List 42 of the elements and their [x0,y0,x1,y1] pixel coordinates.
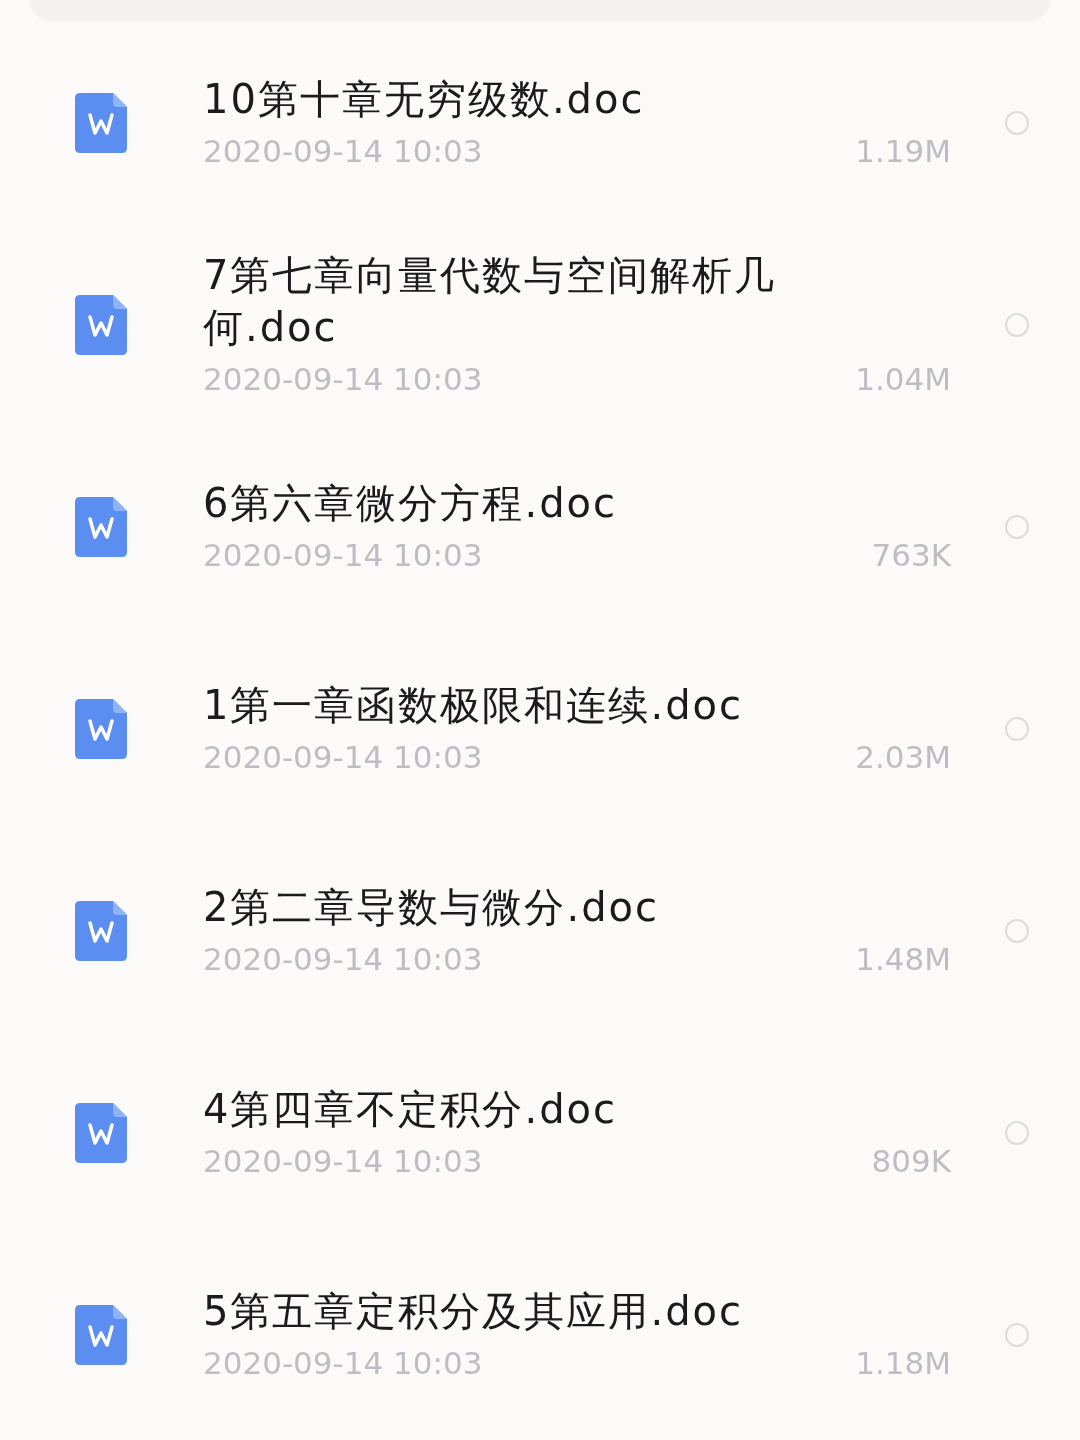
word-document-icon [75,93,127,153]
file-row[interactable]: 6第六章微分方程.doc 2020-09-14 10:03 763K [0,426,1080,628]
file-size: 1.19M [855,132,951,171]
file-size: 1.04M [855,360,951,399]
word-document-icon [75,1103,127,1163]
file-date: 2020-09-14 10:03 [203,132,483,171]
file-row[interactable]: 5第五章定积分及其应用.doc 2020-09-14 10:03 1.18M [0,1234,1080,1436]
file-date: 2020-09-14 10:03 [203,360,483,399]
select-radio[interactable] [1005,515,1029,539]
select-radio[interactable] [1005,717,1029,741]
word-document-icon [75,497,127,557]
file-date: 2020-09-14 10:03 [203,536,483,575]
file-name: 6第六章微分方程.doc [203,479,619,528]
word-document-icon [75,1305,127,1365]
select-radio[interactable] [1005,313,1029,337]
file-size: 809K [871,1142,951,1181]
file-row[interactable]: 7第七章向量代数与空间解析几何.doc 2020-09-14 10:03 1.04M [0,224,1080,426]
file-size: 1.48M [855,940,951,979]
file-row[interactable]: 1第一章函数极限和连续.doc 2020-09-14 10:03 2.03M [0,628,1080,830]
file-size: 763K [871,536,951,575]
word-document-icon [75,699,127,759]
file-row[interactable]: 10第十章无穷级数.doc 2020-09-14 10:03 1.19M [0,22,1080,224]
file-size: 1.18M [855,1344,951,1383]
file-date: 2020-09-14 10:03 [203,940,483,979]
select-radio[interactable] [1005,1323,1029,1347]
file-name: 1第一章函数极限和连续.doc [203,681,745,730]
select-radio[interactable] [1005,111,1029,135]
file-size: 2.03M [855,738,951,777]
file-date: 2020-09-14 10:03 [203,1344,483,1383]
file-date: 2020-09-14 10:03 [203,738,483,777]
word-document-icon [75,295,127,355]
word-document-icon [75,901,127,961]
select-radio[interactable] [1005,919,1029,943]
file-date: 2020-09-14 10:03 [203,1142,483,1181]
file-row[interactable]: 2第二章导数与微分.doc 2020-09-14 10:03 1.48M [0,830,1080,1032]
file-row[interactable]: 4第四章不定积分.doc 2020-09-14 10:03 809K [0,1032,1080,1234]
select-radio[interactable] [1005,1121,1029,1145]
file-name: 2第二章导数与微分.doc [203,883,661,932]
file-name: 7第七章向量代数与空间解析几何.doc [203,251,778,352]
file-name: 10第十章无穷级数.doc [203,75,646,124]
file-name: 4第四章不定积分.doc [203,1085,619,1134]
file-name: 5第五章定积分及其应用.doc [203,1287,745,1336]
